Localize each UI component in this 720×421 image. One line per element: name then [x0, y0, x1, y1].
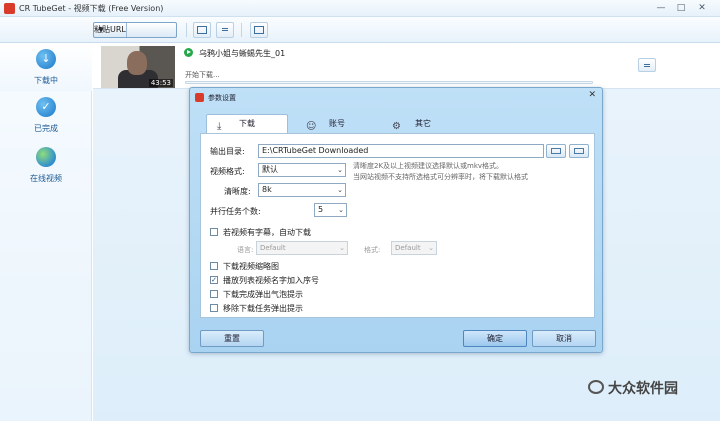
remove-task-prompt-checkbox[interactable] [210, 304, 218, 312]
tab-label: 下载 [239, 119, 255, 128]
dialog-close-button[interactable]: ✕ [588, 90, 596, 100]
close-button[interactable]: ✕ [695, 2, 709, 14]
subtitle-format-value: Default [395, 244, 421, 252]
tab-label: 账号 [329, 119, 345, 128]
thumbnail-checkbox[interactable] [210, 262, 218, 270]
progress-bar [185, 81, 593, 84]
globe-icon [36, 147, 56, 167]
watermark: 大众软件园 [588, 378, 708, 398]
tab-account[interactable]: ☺ 账号 [296, 115, 378, 133]
chevron-down-icon: ⌄ [428, 244, 434, 252]
video-format-select[interactable]: 默认 ⌄ [258, 163, 346, 177]
batch-download-icon[interactable] [193, 22, 211, 38]
list-item[interactable]: 43:53 乌鸦小姐与蜥蜴先生_01 开始下载... [93, 43, 720, 89]
browse-folder-button[interactable] [546, 144, 566, 158]
app-logo-icon [195, 93, 204, 102]
quality-select[interactable]: 8k ⌄ [258, 183, 346, 197]
chevron-down-icon: ⌄ [338, 206, 344, 214]
subtitle-checkbox[interactable] [210, 228, 218, 236]
sidebar-item-downloading[interactable]: ↓ 下载中 [0, 43, 92, 91]
subtitle-format-select[interactable]: Default ⌄ [391, 241, 437, 255]
language-select[interactable]: Default ⌄ [256, 241, 348, 255]
completion-bubble-checkbox[interactable] [210, 290, 218, 298]
paste-url-label: 粘贴URL [94, 23, 127, 37]
sidebar-item-completed[interactable]: ✓ 已完成 [0, 91, 92, 139]
output-dir-label: 输出目录: [210, 147, 245, 156]
tab-label: 其它 [415, 119, 431, 128]
sidebar-item-label: 已完成 [34, 124, 58, 133]
check-icon: ✓ [36, 97, 56, 117]
playlist-index-option-label: 播放列表视频名字加入序号 [223, 276, 319, 285]
video-duration: 43:53 [148, 79, 173, 87]
remove-task-prompt-option-label: 移除下载任务弹出提示 [223, 304, 303, 313]
format-hint-line-1: 清晰度2K及以上视频建议选择默认或mkv格式。 [353, 162, 504, 170]
sidebar: ↓ 下载中 ✓ 已完成 在线视频 [0, 43, 92, 421]
maximize-button[interactable]: □ [674, 2, 688, 14]
settings-dialog: 参数设置 ✕ ⤓ 下载 ☺ 账号 ⚙ 其它 输出目录: E:\CRTubeGet… [189, 87, 603, 353]
thumbnail-option-label: 下载视频缩略图 [223, 262, 279, 271]
chevron-down-icon: ⌄ [337, 186, 343, 194]
quality-value: 8k [262, 185, 272, 194]
app-logo-icon [4, 3, 15, 14]
download-settings-icon[interactable] [638, 58, 656, 72]
parallel-tasks-select[interactable]: 5 ⌄ [314, 203, 347, 217]
download-icon: ↓ [36, 49, 56, 69]
download-status: 开始下载... [185, 71, 220, 79]
ok-button[interactable]: 确定 [463, 330, 527, 347]
toolbar-divider [186, 23, 187, 37]
playlist-index-checkbox[interactable]: ✓ [210, 276, 218, 284]
chevron-down-icon: ⌄ [339, 244, 345, 252]
parallel-tasks-label: 并行任务个数: [210, 207, 261, 216]
reset-button[interactable]: 重置 [200, 330, 264, 347]
language-value: Default [260, 244, 286, 252]
video-format-value: 默认 [262, 165, 278, 174]
video-title: 乌鸦小姐与蜥蜴先生_01 [199, 49, 286, 58]
output-dir-field[interactable]: E:\CRTubeGet Downloaded [258, 144, 544, 158]
completion-bubble-option-label: 下载完成弹出气泡提示 [223, 290, 303, 299]
format-hint-line-2: 当网站视频不支持所选格式可分辨率时，将下载默认格式 [353, 173, 528, 181]
subtitle-format-label: 格式: [364, 246, 381, 254]
video-thumbnail: 43:53 [101, 46, 175, 88]
window-icon[interactable] [250, 22, 268, 38]
tab-bar: ⤓ 下载 ☺ 账号 ⚙ 其它 [200, 109, 595, 133]
quality-label: 清晰度: [224, 187, 251, 196]
minimize-button[interactable]: — [654, 2, 668, 14]
download-settings-panel: 输出目录: E:\CRTubeGet Downloaded 视频格式: 默认 ⌄… [200, 133, 595, 318]
language-label: 语言: [237, 246, 254, 254]
toolbar-divider [241, 23, 242, 37]
paste-url-button[interactable]: 粘贴URL ▼ [93, 22, 177, 38]
subtitle-option-label: 若视频有字幕，自动下载 [223, 228, 311, 237]
tab-download[interactable]: ⤓ 下载 [206, 114, 288, 133]
chevron-down-icon: ⌄ [337, 166, 343, 174]
watermark-text: 大众软件园 [608, 381, 678, 397]
sidebar-item-label: 下载中 [34, 76, 58, 85]
tab-other[interactable]: ⚙ 其它 [382, 115, 464, 133]
play-icon[interactable] [184, 48, 193, 57]
dialog-title: 参数设置 [208, 94, 236, 102]
video-format-label: 视频格式: [210, 167, 245, 176]
toolbar: 粘贴URL ▼ [0, 17, 720, 43]
parallel-tasks-value: 5 [318, 205, 324, 214]
sidebar-item-label: 在线视频 [30, 174, 62, 183]
title-bar: CR TubeGet - 视频下载 (Free Version) — □ ✕ [0, 0, 720, 17]
open-folder-button[interactable] [569, 144, 589, 158]
sidebar-item-online-video[interactable]: 在线视频 [0, 141, 92, 189]
download-settings-icon[interactable] [216, 22, 234, 38]
wechat-logo-icon [588, 380, 604, 394]
window-title: CR TubeGet - 视频下载 (Free Version) [19, 4, 164, 13]
cancel-button[interactable]: 取消 [532, 330, 596, 347]
